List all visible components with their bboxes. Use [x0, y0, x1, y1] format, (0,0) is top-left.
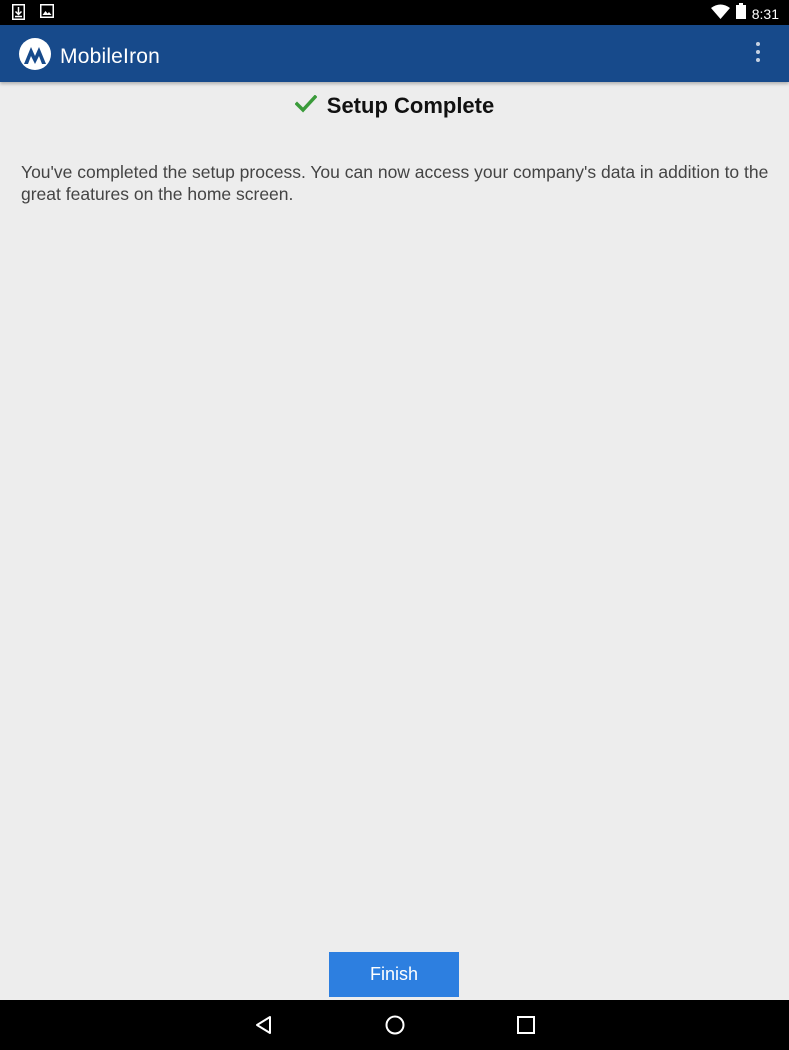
- mobileiron-logo-icon: [18, 37, 52, 76]
- download-icon: [12, 4, 25, 25]
- navigation-bar: [0, 1000, 789, 1050]
- home-icon[interactable]: [383, 1013, 407, 1037]
- battery-icon: [735, 3, 746, 24]
- overflow-menu-icon[interactable]: [753, 42, 763, 66]
- finish-button[interactable]: Finish: [329, 952, 459, 997]
- recents-icon[interactable]: [514, 1013, 538, 1037]
- status-time: 8:31: [751, 5, 779, 22]
- image-icon: [40, 4, 54, 25]
- app-title: MobileIron: [60, 44, 161, 68]
- app-bar: MobileIron: [0, 25, 789, 82]
- page-title: Setup Complete: [326, 93, 495, 118]
- app-logo: MobileIron: [18, 37, 160, 76]
- wifi-icon: [710, 4, 730, 24]
- back-icon[interactable]: [252, 1013, 276, 1037]
- checkmark-icon: [294, 94, 318, 118]
- setup-message: You've completed the setup process. You …: [21, 162, 769, 204]
- status-bar: 8:31: [0, 0, 789, 25]
- setup-complete-heading: Setup Complete: [0, 93, 789, 119]
